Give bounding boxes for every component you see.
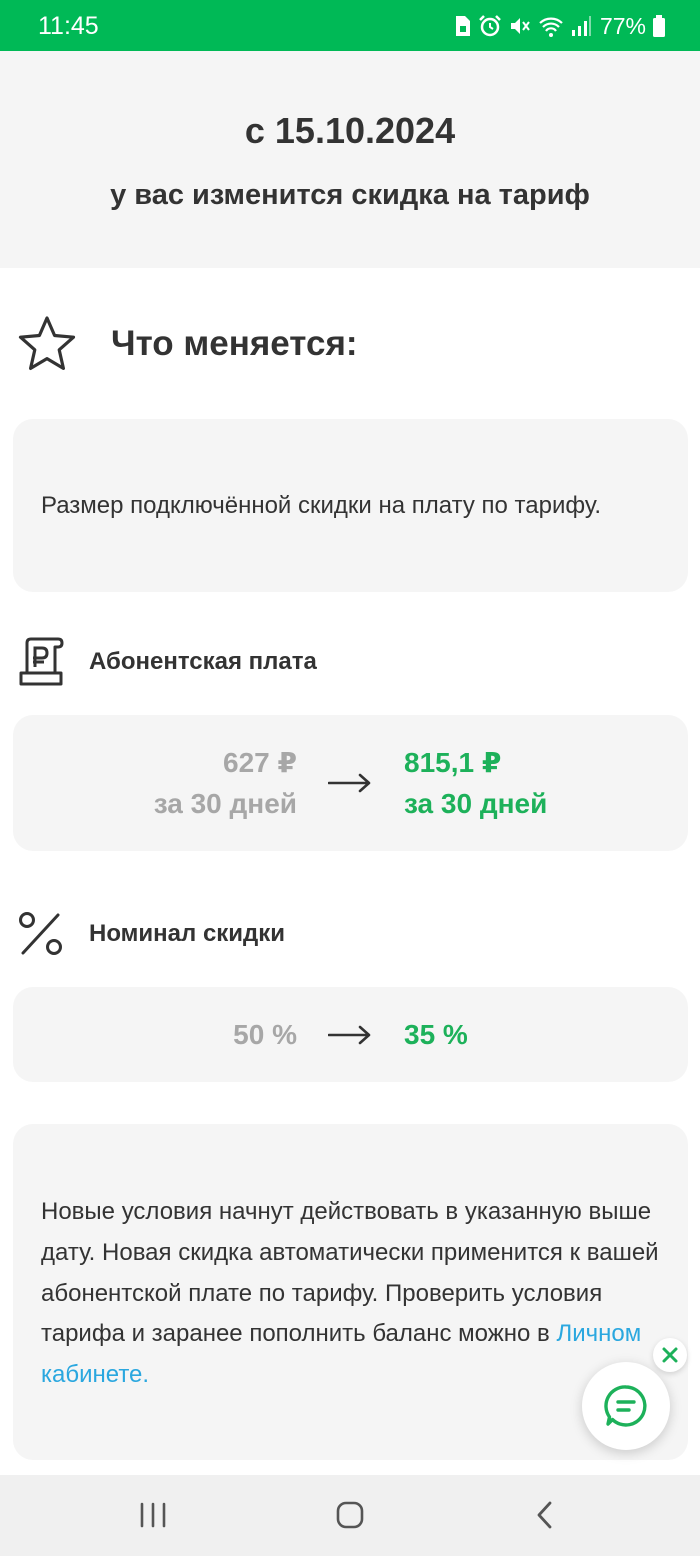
close-icon xyxy=(662,1347,678,1363)
what-changes-heading: Что меняется: xyxy=(18,315,358,373)
discount-section-heading: Номинал скидки xyxy=(18,909,285,959)
new-discount: 35 % xyxy=(404,1019,468,1050)
status-time: 11:45 xyxy=(38,12,99,40)
home-button[interactable] xyxy=(328,1495,372,1535)
old-discount: 50 % xyxy=(233,1019,297,1050)
fee-label: Абонентская плата xyxy=(89,648,317,675)
what-changes-title: Что меняется: xyxy=(111,324,358,363)
battery-icon xyxy=(653,15,665,37)
star-icon xyxy=(18,316,76,370)
discount-label: Номинал скидки xyxy=(89,920,286,947)
old-fee: 627 ₽ за 30 дней xyxy=(154,742,297,824)
mute-icon xyxy=(510,18,530,34)
new-fee-price: 815,1 ₽ xyxy=(404,747,502,778)
back-icon xyxy=(537,1501,552,1529)
status-icons: 77% xyxy=(452,11,666,41)
wifi-icon xyxy=(539,17,563,37)
recent-apps-button[interactable] xyxy=(131,1495,175,1535)
recent-apps-icon xyxy=(140,1502,166,1528)
chat-icon xyxy=(604,1385,647,1427)
navigation-bar xyxy=(0,1475,700,1556)
back-button[interactable] xyxy=(523,1495,567,1535)
alarm-icon xyxy=(479,15,501,37)
info-text: Новые условия начнут действовать в указа… xyxy=(41,1192,671,1396)
chat-close-button[interactable] xyxy=(653,1338,687,1372)
percent-icon xyxy=(19,912,62,955)
fee-card: 627 ₽ за 30 дней 815,1 ₽ за 30 дней xyxy=(13,715,688,851)
sim-icon xyxy=(455,16,470,36)
change-date: с 15.10.2024 xyxy=(244,110,456,151)
battery-percent: 77% xyxy=(599,13,646,39)
old-fee-price: 627 ₽ xyxy=(223,747,297,778)
discount-card: 50 % 35 % xyxy=(13,987,688,1082)
new-fee: 815,1 ₽ за 30 дней xyxy=(404,742,547,824)
chat-button[interactable] xyxy=(582,1362,670,1450)
header-subtitle: у вас изменится скидка на тариф xyxy=(110,179,590,211)
description-text: Размер подключённой скидки на плату по т… xyxy=(41,492,602,519)
header: с 15.10.2024 у вас изменится скидка на т… xyxy=(0,51,700,268)
arrow-right-icon xyxy=(328,1025,371,1045)
fee-section-heading: Абонентская плата xyxy=(18,637,317,687)
signal-icon xyxy=(571,16,591,36)
status-bar: 11:45 77% xyxy=(0,0,700,51)
receipt-ruble-icon xyxy=(19,637,64,686)
old-fee-period: за 30 дней xyxy=(153,788,297,819)
new-fee-period: за 30 дней xyxy=(404,788,548,819)
description-card: Размер подключённой скидки на плату по т… xyxy=(13,419,688,592)
arrow-right-icon xyxy=(328,773,371,793)
home-icon xyxy=(336,1501,364,1529)
